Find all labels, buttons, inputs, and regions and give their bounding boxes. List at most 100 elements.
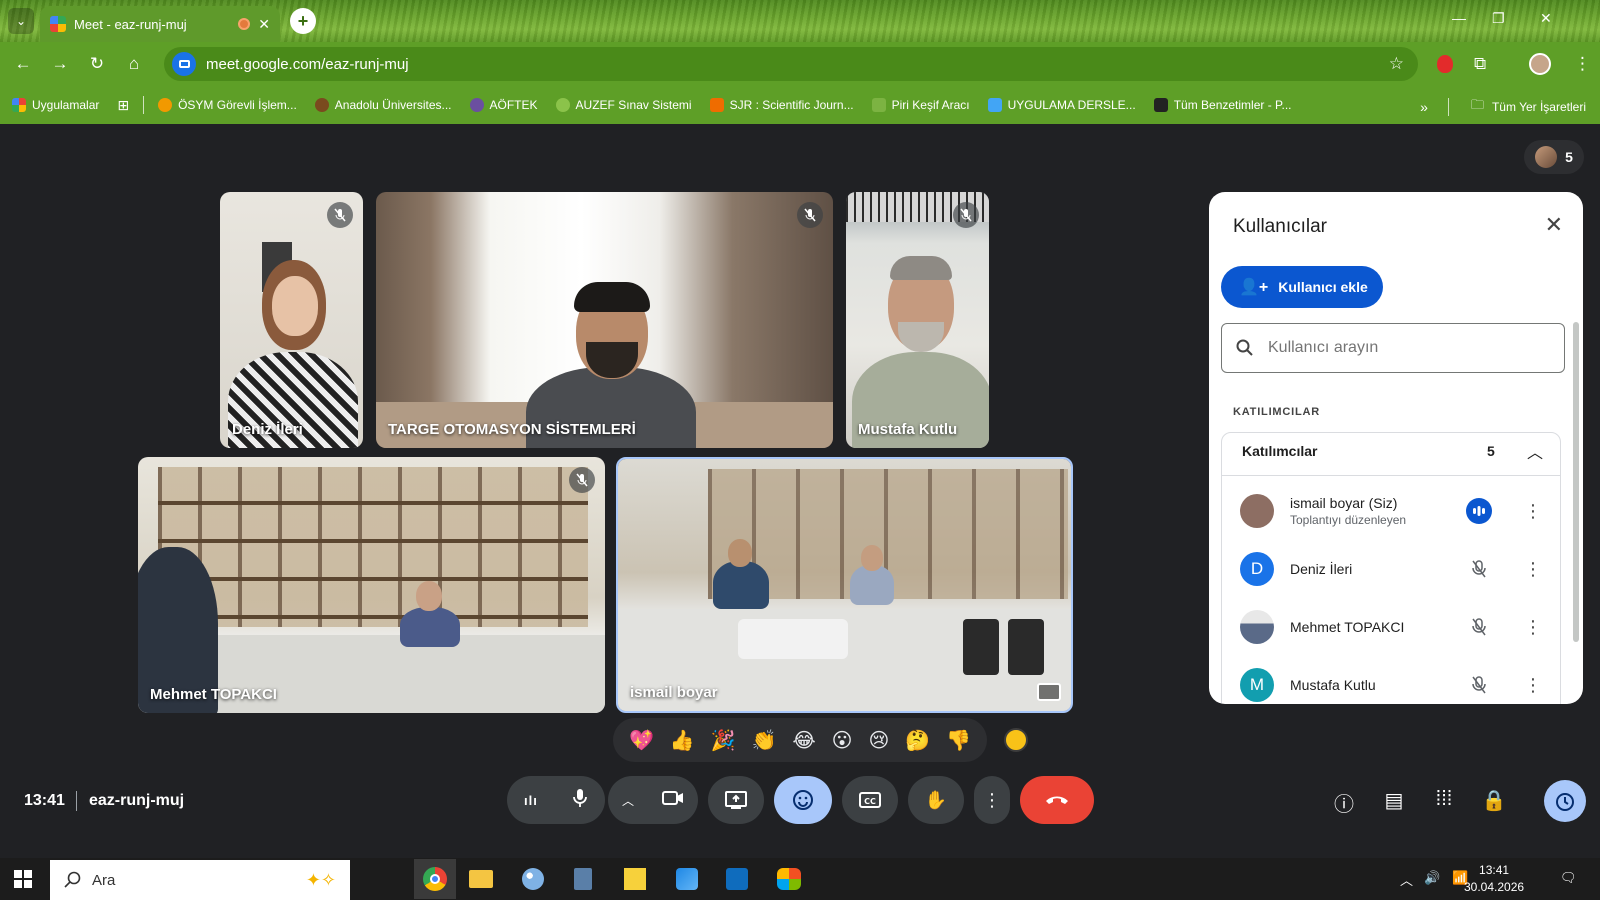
windows-start-icon[interactable] — [14, 870, 32, 893]
bookmark-uygulama[interactable]: UYGULAMA DERSLE... — [987, 98, 1136, 112]
maximize-icon[interactable]: ❐ — [1492, 10, 1505, 27]
minimize-icon[interactable]: — — [1452, 10, 1466, 26]
taskbar-sticky-notes[interactable] — [620, 864, 650, 894]
chat-icon[interactable]: ▤ — [1380, 788, 1408, 813]
new-tab-button[interactable]: + — [290, 8, 316, 34]
microphone-button[interactable] — [572, 788, 588, 813]
skin-tone-picker[interactable] — [1004, 728, 1028, 752]
video-tile-ismail-self[interactable]: ismail boyar — [616, 457, 1073, 713]
meeting-details-icon[interactable]: ⓘ — [1330, 788, 1358, 817]
bookmark-star-icon[interactable]: ☆ — [1389, 54, 1404, 74]
extensions-puzzle-icon[interactable]: ⧉ — [1474, 54, 1486, 74]
participants-chip[interactable]: 5 — [1524, 140, 1584, 174]
bookmark-anadolu[interactable]: Anadolu Üniversites... — [314, 98, 452, 112]
browser-menu-icon[interactable]: ⋮ — [1574, 54, 1591, 74]
video-tile-targe[interactable]: TARGE OTOMASYON SİSTEMLERİ — [376, 192, 833, 448]
reaction-sparkling-heart[interactable]: 💖 — [629, 728, 654, 753]
tray-chevron-icon[interactable]: ︿ — [1400, 870, 1413, 889]
browser-tab-meet[interactable]: Meet - eaz-runj-muj ✕ — [40, 6, 280, 42]
tile-name: TARGE OTOMASYON SİSTEMLERİ — [388, 421, 636, 438]
taskbar-paint[interactable] — [518, 864, 548, 894]
participant-row[interactable]: Mehmet TOPAKCI ⋮ — [1222, 599, 1562, 655]
more-bookmarks-chevron-icon[interactable]: » — [1420, 99, 1428, 115]
close-panel-icon[interactable]: ✕ — [1545, 212, 1563, 238]
timer-button[interactable] — [1544, 780, 1586, 822]
tab-groups-icon[interactable]: ⊞ — [117, 97, 129, 114]
bookmark-auzef[interactable]: AUZEF Sınav Sistemi — [555, 98, 692, 112]
bookmark-benzetimler[interactable]: Tüm Benzetimler - P... — [1153, 98, 1292, 112]
meeting-code[interactable]: eaz-runj-muj — [89, 792, 184, 810]
back-icon[interactable]: ← — [12, 54, 34, 74]
taskbar-search-box[interactable]: Ara ✦✧ — [50, 860, 350, 900]
camera-button[interactable] — [661, 790, 684, 811]
reaction-thumbs-up[interactable]: 👍 — [670, 728, 695, 753]
divider — [1222, 475, 1560, 476]
participant-more-icon[interactable]: ⋮ — [1524, 559, 1542, 580]
reaction-surprised[interactable]: 😮 — [832, 728, 853, 753]
present-screen-button[interactable] — [708, 776, 764, 824]
reaction-thinking[interactable]: 🤔 — [905, 728, 930, 753]
bookmark-aoftek[interactable]: AÖFTEK — [469, 98, 538, 112]
participant-row[interactable]: M Mustafa Kutlu ⋮ — [1222, 657, 1562, 704]
more-options-button[interactable]: ⋮ — [974, 776, 1010, 824]
group-title[interactable]: Katılımcılar — [1242, 443, 1317, 459]
activities-grid-icon[interactable]: ⁞⁞⁞ — [1430, 788, 1458, 811]
taskbar-outlook[interactable] — [722, 864, 752, 894]
taskbar-chrome[interactable] — [414, 859, 456, 899]
reaction-crying[interactable]: 😢 — [868, 728, 889, 753]
bookmark-piri[interactable]: Piri Keşif Aracı — [871, 98, 970, 112]
apps-grid-icon — [12, 98, 26, 112]
taskbar-m365[interactable] — [774, 864, 804, 894]
reaction-clapping[interactable]: 👏 — [752, 728, 777, 753]
bookmark-label: AUZEF Sınav Sistemi — [575, 98, 692, 112]
all-bookmarks-link[interactable]: Tüm Yer İşaretleri — [1492, 100, 1586, 114]
bookmark-osym[interactable]: ÖSYM Görevli İşlem... — [158, 98, 297, 112]
reload-icon[interactable]: ↻ — [86, 54, 108, 74]
panel-scrollbar[interactable] — [1573, 322, 1579, 642]
reactions-button[interactable] — [774, 776, 832, 824]
participant-name: Mustafa Kutlu — [1290, 677, 1376, 693]
site-info-icon[interactable] — [172, 52, 196, 76]
participant-row[interactable]: D Deniz İleri ⋮ — [1222, 541, 1562, 597]
taskbar-calculator[interactable] — [568, 864, 598, 894]
profile-avatar[interactable] — [1529, 53, 1551, 75]
self-view-frame-icon[interactable] — [1037, 683, 1061, 701]
address-bar[interactable]: meet.google.com/eaz-runj-muj ☆ — [164, 47, 1418, 81]
participant-more-icon[interactable]: ⋮ — [1524, 501, 1542, 522]
notifications-icon[interactable]: 🗨 — [1560, 870, 1577, 886]
person-hair — [574, 282, 650, 312]
video-tile-mustafa[interactable]: Mustafa Kutlu — [846, 192, 989, 448]
video-tile-deniz[interactable]: Deniz İleri — [220, 192, 363, 448]
reaction-party-popper[interactable]: 🎉 — [711, 728, 736, 753]
participant-more-icon[interactable]: ⋮ — [1524, 675, 1542, 696]
home-icon[interactable]: ⌂ — [123, 54, 145, 74]
taskbar-clock[interactable]: 13:41 30.04.2026 — [1464, 862, 1524, 896]
host-controls-lock-icon[interactable]: 🔒 — [1480, 788, 1508, 813]
reaction-thumbs-down[interactable]: 👎 — [946, 728, 971, 753]
taskbar-file-explorer[interactable] — [466, 864, 496, 894]
bookmark-sjr[interactable]: SJR : Scientific Journ... — [709, 98, 854, 112]
close-window-icon[interactable]: ✕ — [1540, 10, 1552, 27]
url-text[interactable]: meet.google.com/eaz-runj-muj — [206, 56, 1389, 73]
participant-row[interactable]: ismail boyar (Siz) Toplantıyı düzenleyen… — [1222, 483, 1562, 539]
piri-icon — [871, 98, 886, 112]
leave-call-button[interactable] — [1020, 776, 1094, 824]
add-people-button[interactable]: 👤+ Kullanıcı ekle — [1221, 266, 1383, 308]
raise-hand-button[interactable]: ✋ — [908, 776, 964, 824]
video-options-chevron-icon[interactable]: ︿ — [622, 792, 634, 809]
extension-adblock-icon[interactable] — [1437, 55, 1453, 73]
forward-icon[interactable]: → — [49, 54, 71, 74]
collapse-chevron-up-icon[interactable]: ︿ — [1527, 439, 1543, 463]
reaction-laughing[interactable]: 😂 — [792, 728, 815, 753]
m365-icon — [777, 868, 801, 890]
taskbar-outlook-new[interactable] — [672, 864, 702, 894]
bookmark-apps[interactable]: Uygulamalar — [12, 98, 99, 112]
video-tile-mehmet[interactable]: Mehmet TOPAKCI — [138, 457, 605, 713]
people-search-box[interactable] — [1221, 323, 1565, 373]
captions-button[interactable]: CC — [842, 776, 898, 824]
tab-close-icon[interactable]: ✕ — [258, 16, 270, 33]
volume-icon[interactable]: 🔊 — [1424, 870, 1440, 886]
participant-more-icon[interactable]: ⋮ — [1524, 617, 1542, 638]
tab-search-chevron-icon[interactable]: ⌄ — [8, 8, 34, 34]
people-search-input[interactable] — [1268, 339, 1528, 357]
